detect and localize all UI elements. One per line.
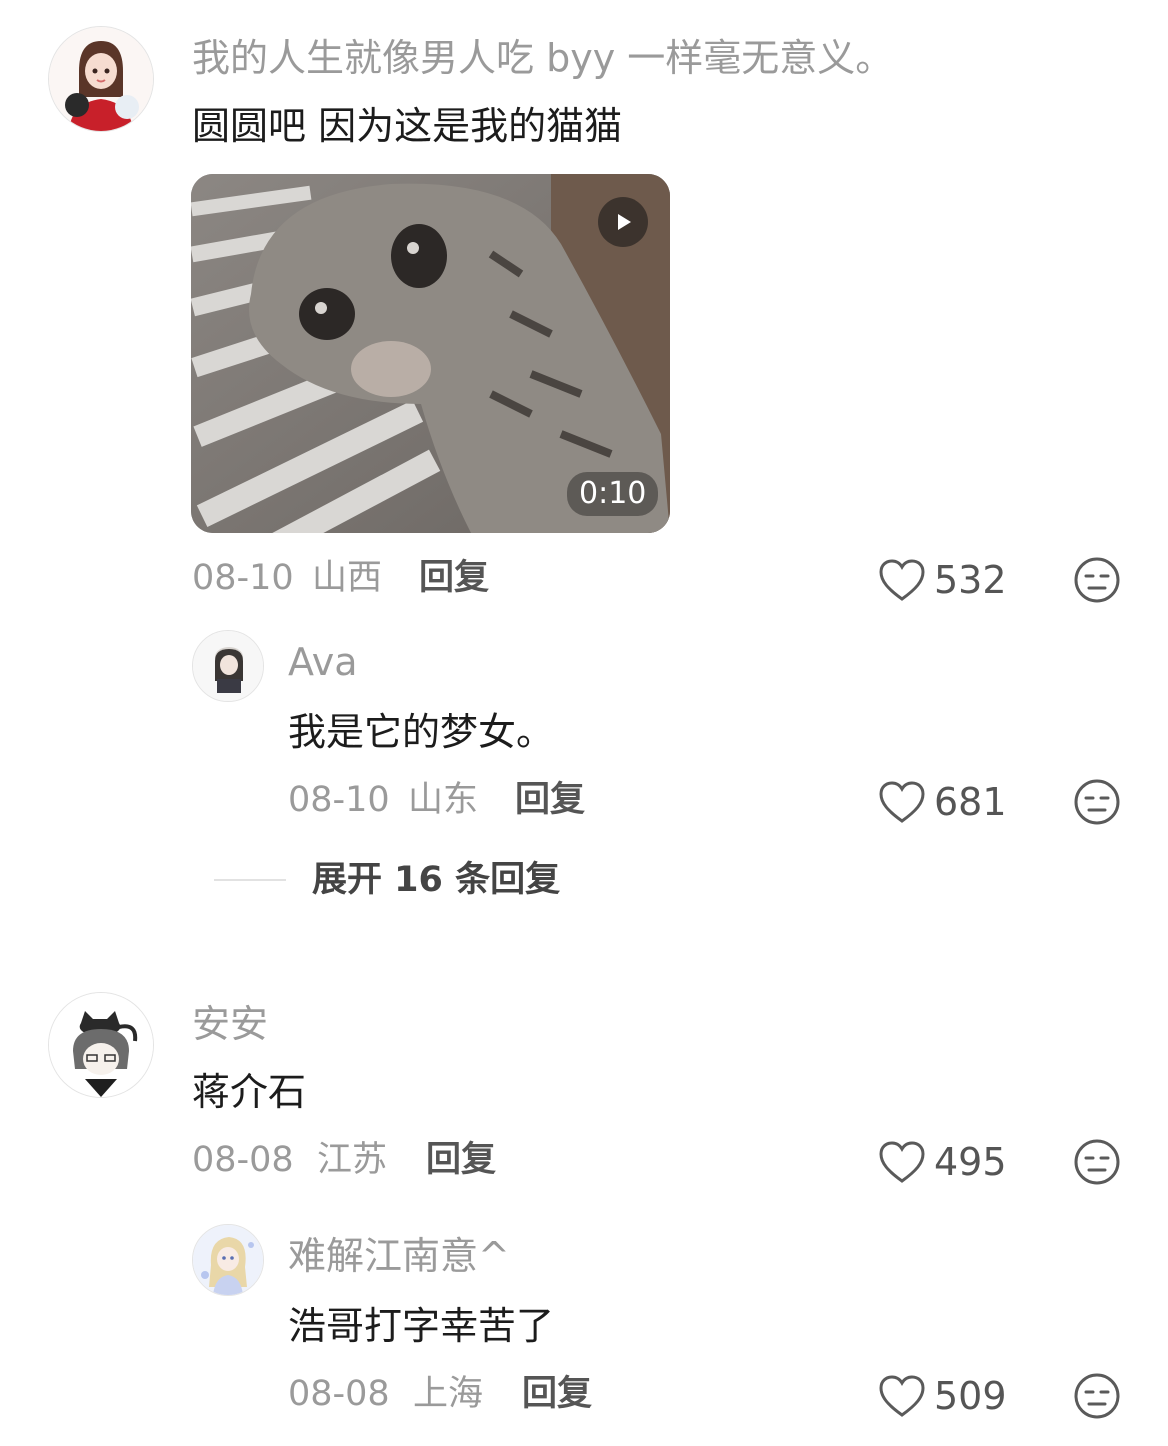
reply-button[interactable]: 回复	[522, 1374, 592, 1414]
comment-text: 圆圆吧 因为这是我的猫猫	[192, 104, 623, 148]
avatar-image	[49, 27, 153, 131]
like-button[interactable]: 495	[878, 1140, 1007, 1184]
like-button[interactable]: 681	[878, 780, 1007, 824]
like-count: 495	[934, 1140, 1007, 1184]
comment-username[interactable]: 安安	[192, 1002, 268, 1046]
reply-date: 08-10	[288, 780, 390, 820]
reply-username[interactable]: Ava	[288, 640, 358, 684]
neutral-face-icon	[1074, 1373, 1120, 1419]
comment-item: 我的人生就像男人吃 byy 一样毫无意义。 圆圆吧 因为这是我的猫猫 0:10 …	[0, 0, 1168, 930]
like-button[interactable]: 509	[878, 1374, 1007, 1418]
like-count: 532	[934, 558, 1007, 602]
heart-outline-icon	[879, 1141, 925, 1183]
avatar[interactable]	[192, 630, 264, 702]
video-thumbnail[interactable]: 0:10	[191, 174, 670, 533]
dislike-button[interactable]	[1073, 556, 1121, 608]
reply-username[interactable]: 难解江南意^	[288, 1234, 510, 1278]
avatar[interactable]	[192, 1224, 264, 1296]
reply-item: Ava 我是它的梦女。 08-10 山东 回复 681	[0, 620, 1168, 830]
avatar[interactable]	[48, 992, 154, 1098]
reply-text: 浩哥打字幸苦了	[288, 1304, 555, 1348]
reply-date: 08-08	[288, 1374, 390, 1414]
comment-date: 08-08	[192, 1140, 294, 1180]
dislike-button[interactable]	[1073, 778, 1121, 830]
reply-button[interactable]: 回复	[426, 1140, 496, 1180]
reply-item: 难解江南意^ 浩哥打字幸苦了 08-08 上海 回复 509	[0, 1220, 1168, 1446]
avatar-image	[193, 1225, 263, 1295]
avatar-image	[49, 993, 153, 1097]
reply-location: 山东	[408, 780, 479, 820]
like-count: 509	[934, 1374, 1007, 1418]
video-duration: 0:10	[567, 472, 659, 516]
avatar[interactable]	[48, 26, 154, 132]
comment-location: 江苏	[317, 1140, 388, 1180]
heart-outline-icon	[879, 781, 925, 823]
comment-date: 08-10	[192, 558, 294, 598]
like-count: 681	[934, 780, 1007, 824]
like-button[interactable]: 532	[878, 558, 1007, 602]
neutral-face-icon	[1074, 1139, 1120, 1185]
dislike-button[interactable]	[1073, 1372, 1121, 1424]
expand-replies-button[interactable]: 展开 16 条回复	[312, 860, 560, 900]
play-icon	[618, 214, 631, 230]
heart-outline-icon	[879, 1375, 925, 1417]
comment-username[interactable]: 我的人生就像男人吃 byy 一样毫无意义。	[192, 36, 893, 80]
dislike-button[interactable]	[1073, 1138, 1121, 1190]
comment-location: 山西	[312, 558, 383, 598]
reply-location: 上海	[413, 1374, 484, 1414]
reply-button[interactable]: 回复	[419, 558, 489, 598]
comment-item: 安安 蒋介石 08-08 江苏 回复 495 难解江南意^ 浩哥打字幸苦了 08…	[0, 980, 1168, 1446]
avatar-image	[193, 631, 263, 701]
reply-button[interactable]: 回复	[515, 780, 585, 820]
neutral-face-icon	[1074, 779, 1120, 825]
neutral-face-icon	[1074, 557, 1120, 603]
comment-text: 蒋介石	[192, 1070, 307, 1114]
heart-outline-icon	[879, 559, 925, 601]
play-button[interactable]	[598, 197, 648, 247]
reply-text: 我是它的梦女。	[288, 710, 555, 754]
divider	[214, 879, 286, 881]
